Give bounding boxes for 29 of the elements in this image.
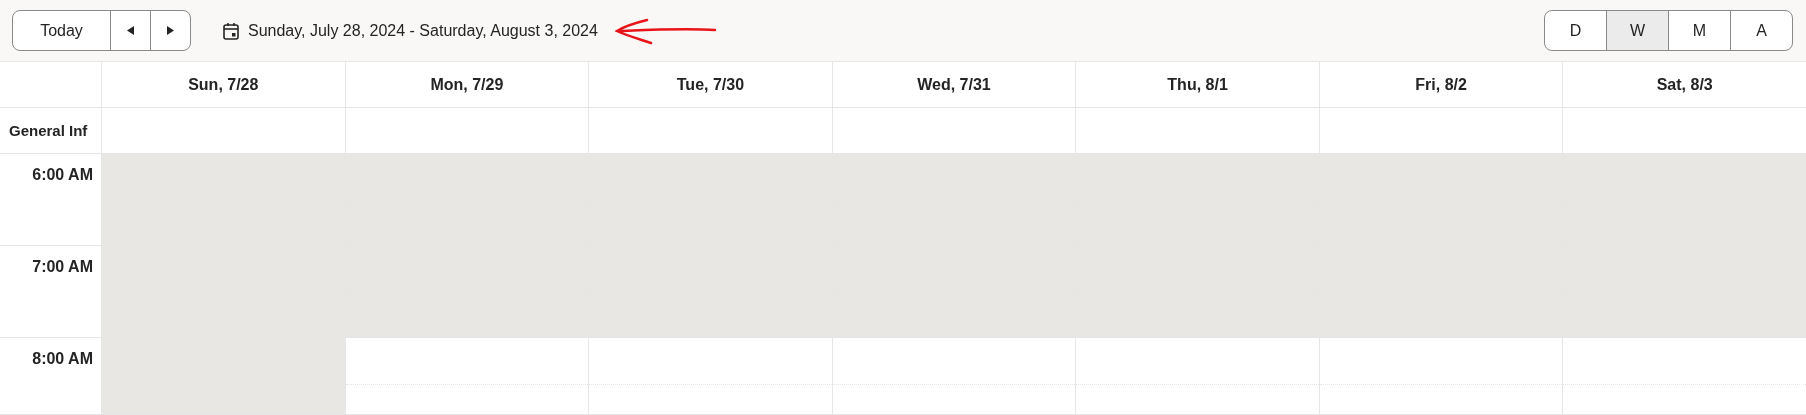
day-header: Wed, 7/31 [831,62,1076,108]
time-label: 8:00 AM [32,350,93,368]
view-button[interactable]: W [1606,10,1669,51]
caret-right-icon [167,26,174,35]
day-header: Mon, 7/29 [344,62,589,108]
day-header: Fri, 8/2 [1318,62,1563,108]
view-button[interactable]: A [1730,10,1793,51]
view-button[interactable]: M [1668,10,1731,51]
view-button[interactable]: D [1544,10,1607,51]
previous-button[interactable] [110,10,151,51]
time-slot[interactable] [1562,338,1806,415]
caret-left-icon [127,26,134,35]
next-button[interactable] [150,10,191,51]
day-header: Sun, 7/28 [101,62,345,108]
calendar-icon [223,21,239,40]
date-range: Sunday, July 28, 2024 - Saturday, August 3, 2024 [248,21,598,40]
time-label: 6:00 AM [32,166,93,184]
day-header: Sat, 8/3 [1562,62,1806,108]
today-button[interactable]: Today [12,10,111,51]
row-label: General Inf [0,108,101,154]
time-label: 7:00 AM [32,258,93,276]
day-header: Thu, 8/1 [1075,62,1319,108]
time-slot[interactable] [831,338,1076,415]
time-slot[interactable] [344,338,589,415]
time-slot[interactable] [1075,338,1319,415]
time-slot[interactable] [1318,338,1563,415]
day-header: Tue, 7/30 [588,62,832,108]
time-slot[interactable] [101,338,345,415]
time-slot[interactable] [588,338,832,415]
